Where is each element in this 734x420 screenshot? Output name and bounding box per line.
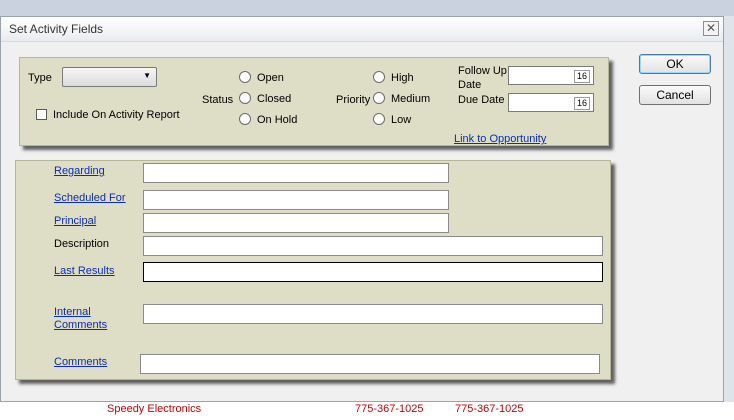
background-list-area: Speedy Electronics 775-367-1025 775-367-… — [0, 402, 734, 420]
priority-medium-label: Medium — [391, 93, 431, 105]
priority-low-radio[interactable] — [373, 113, 385, 125]
regarding-input[interactable] — [143, 163, 449, 183]
regarding-link[interactable]: Regarding — [54, 165, 105, 177]
dialog-titlebar: Set Activity Fields ✕ — [1, 17, 723, 42]
background-company-name: Speedy Electronics — [107, 403, 202, 415]
ok-button[interactable]: OK — [639, 54, 711, 74]
include-on-activity-report-checkbox[interactable] — [36, 109, 47, 120]
close-button[interactable]: ✕ — [703, 21, 719, 36]
follow-up-date-field[interactable]: 16 — [508, 66, 594, 85]
link-to-opportunity-link[interactable]: Link to Opportunity — [454, 133, 546, 145]
principal-link[interactable]: Principal — [54, 215, 96, 227]
dialog-title: Set Activity Fields — [9, 22, 104, 36]
status-open-radio[interactable] — [239, 71, 251, 83]
status-on-hold-radio[interactable] — [239, 113, 251, 125]
follow-up-calendar-icon[interactable]: 16 — [573, 70, 590, 83]
follow-up-date-label-line2: Date — [458, 79, 482, 91]
background-window-strip — [0, 0, 734, 16]
last-results-link[interactable]: Last Results — [54, 265, 115, 277]
type-dropdown[interactable]: ▼ — [62, 67, 157, 87]
set-activity-fields-dialog: Set Activity Fields ✕ Type ▼ Include On … — [0, 16, 724, 402]
chevron-down-icon: ▼ — [143, 71, 151, 80]
background-phone-2: 775-367-1025 — [455, 403, 524, 415]
cancel-button[interactable]: Cancel — [639, 85, 711, 105]
scheduled-for-link[interactable]: Scheduled For — [54, 192, 126, 204]
comments-link[interactable]: Comments — [54, 356, 107, 368]
internal-comments-input[interactable] — [143, 304, 603, 324]
internal-comments-link-line2[interactable]: Comments — [54, 319, 107, 331]
priority-low-label: Low — [391, 114, 412, 126]
include-on-activity-report-label: Include On Activity Report — [53, 109, 180, 121]
status-label: Status — [202, 94, 234, 106]
activity-details-panel: Regarding Scheduled For Principal Descri… — [15, 160, 611, 380]
priority-medium-radio[interactable] — [373, 92, 385, 104]
internal-comments-link-line1[interactable]: Internal — [54, 306, 91, 318]
status-on-hold-label: On Hold — [257, 114, 298, 126]
background-phone-1: 775-367-1025 — [355, 403, 424, 415]
follow-up-date-label-line1: Follow Up — [458, 65, 507, 77]
last-results-input[interactable] — [143, 262, 603, 282]
close-icon: ✕ — [705, 21, 717, 35]
priority-high-radio[interactable] — [373, 71, 385, 83]
status-closed-label: Closed — [257, 93, 292, 105]
description-label: Description — [54, 238, 110, 250]
comments-input[interactable] — [140, 354, 600, 374]
priority-high-label: High — [391, 72, 414, 84]
type-label: Type — [28, 72, 52, 84]
due-date-field[interactable]: 16 — [508, 93, 594, 112]
priority-label: Priority — [336, 94, 371, 106]
principal-input[interactable] — [143, 213, 449, 233]
description-input[interactable] — [143, 236, 603, 256]
activity-options-panel: Type ▼ Include On Activity Report Status… — [19, 57, 609, 146]
status-closed-radio[interactable] — [239, 92, 251, 104]
due-date-calendar-icon[interactable]: 16 — [573, 97, 590, 110]
due-date-label: Due Date — [458, 94, 505, 106]
status-open-label: Open — [257, 72, 284, 84]
scheduled-for-input[interactable] — [143, 190, 449, 210]
